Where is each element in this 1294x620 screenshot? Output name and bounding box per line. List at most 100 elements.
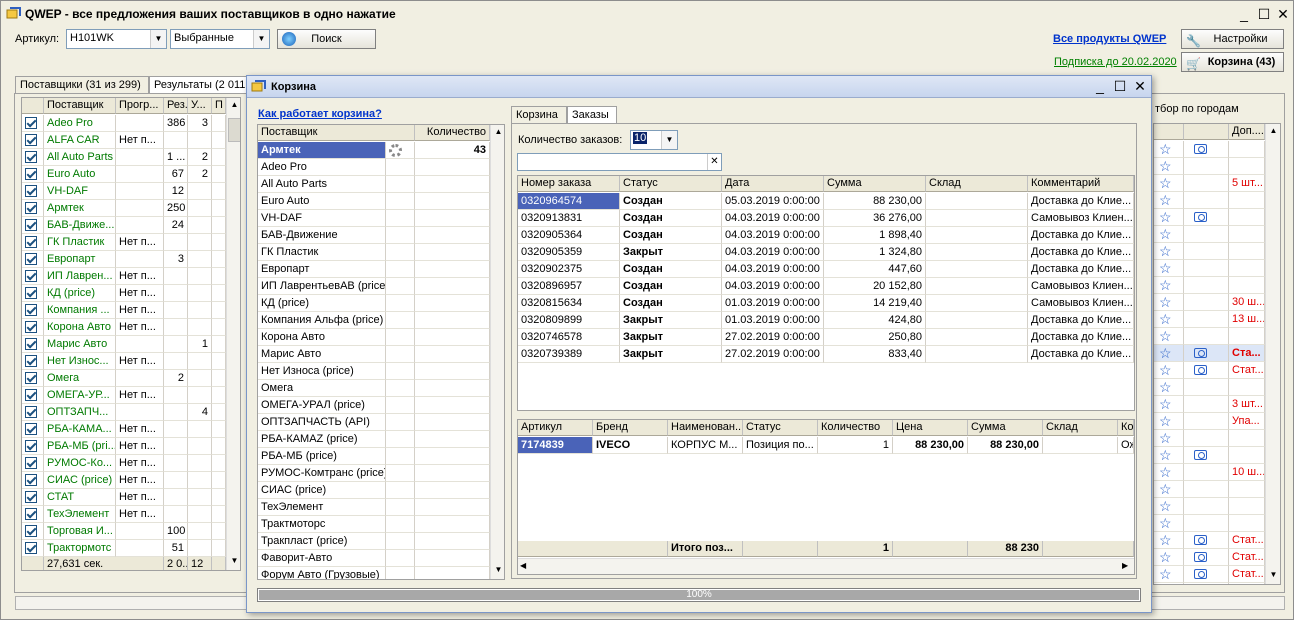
star-icon[interactable]: ☆ bbox=[1154, 413, 1172, 429]
star-icon[interactable]: ☆ bbox=[1154, 192, 1172, 208]
table-row[interactable]: ALFA CAR Нет п... bbox=[22, 132, 226, 149]
chevron-down-icon[interactable]: ▼ bbox=[253, 30, 269, 48]
table-row[interactable]: Торговая И... 100 bbox=[22, 523, 226, 540]
checkbox-checked-icon[interactable] bbox=[25, 474, 37, 486]
table-row[interactable]: ☆ bbox=[1154, 583, 1265, 584]
star-icon[interactable]: ☆ bbox=[1154, 498, 1172, 514]
cart-supplier-action[interactable] bbox=[386, 499, 415, 516]
photo-cell[interactable] bbox=[1184, 226, 1229, 243]
list-item[interactable]: Тракпласт (price) bbox=[258, 533, 490, 550]
cart-supplier-action[interactable] bbox=[386, 278, 415, 295]
items-hscrollbar[interactable]: ◀ ▶ bbox=[518, 558, 1134, 574]
table-row[interactable]: 0320815634 Создан 01.03.2019 0:00:00 14 219… bbox=[518, 295, 1134, 312]
search-button[interactable]: Поиск bbox=[277, 29, 376, 49]
row-checkbox[interactable] bbox=[22, 200, 44, 217]
cart-supplier-action[interactable] bbox=[386, 261, 415, 278]
table-row[interactable]: Марис Авто 1 bbox=[22, 336, 226, 353]
table-row[interactable]: ОМЕГА-УР... Нет п... bbox=[22, 387, 226, 404]
favorite-cell[interactable]: ☆ bbox=[1154, 464, 1184, 481]
table-row[interactable]: РУМОС-Ко... Нет п... bbox=[22, 455, 226, 472]
checkbox-checked-icon[interactable] bbox=[25, 423, 37, 435]
tab-orders[interactable]: Заказы bbox=[567, 106, 617, 124]
table-row[interactable]: 0320913831 Создан 04.03.2019 0:00:00 36 276… bbox=[518, 210, 1134, 227]
table-row[interactable]: ☆ bbox=[1154, 430, 1265, 447]
table-row[interactable]: Трактормотс 51 bbox=[22, 540, 226, 557]
cart-supplier-action[interactable] bbox=[386, 142, 415, 159]
checkbox-checked-icon[interactable] bbox=[25, 525, 37, 537]
favorite-cell[interactable]: ☆ bbox=[1154, 328, 1184, 345]
star-icon[interactable]: ☆ bbox=[1154, 209, 1172, 225]
cart-supplier-action[interactable] bbox=[386, 533, 415, 550]
orders-filter-input[interactable]: ✕ bbox=[517, 153, 722, 171]
list-item[interactable]: VH-DAF bbox=[258, 210, 490, 227]
list-item[interactable]: All Auto Parts bbox=[258, 176, 490, 193]
favorite-cell[interactable]: ☆ bbox=[1154, 566, 1184, 583]
star-icon[interactable]: ☆ bbox=[1154, 379, 1172, 395]
checkbox-checked-icon[interactable] bbox=[25, 185, 37, 197]
photo-cell[interactable] bbox=[1184, 413, 1229, 430]
checkbox-checked-icon[interactable] bbox=[25, 389, 37, 401]
checkbox-checked-icon[interactable] bbox=[25, 151, 37, 163]
star-icon[interactable]: ☆ bbox=[1154, 345, 1172, 361]
row-checkbox[interactable] bbox=[22, 438, 44, 455]
photo-cell[interactable] bbox=[1184, 430, 1229, 447]
row-checkbox[interactable] bbox=[22, 455, 44, 472]
photo-cell[interactable] bbox=[1184, 192, 1229, 209]
table-row[interactable]: РБА-МБ (pri... Нет п... bbox=[22, 438, 226, 455]
table-row[interactable]: 7174839 IVECO КОРПУС М... Позиция по... 1 88 … bbox=[518, 437, 1134, 454]
cart-supplier-action[interactable] bbox=[386, 210, 415, 227]
cart-supplier-action[interactable] bbox=[386, 431, 415, 448]
table-row[interactable]: ☆ bbox=[1154, 498, 1265, 515]
all-products-link[interactable]: Все продукты QWEP bbox=[1053, 33, 1166, 45]
table-row[interactable]: VH-DAF 12 bbox=[22, 183, 226, 200]
table-row[interactable]: Европарт 3 bbox=[22, 251, 226, 268]
list-item[interactable]: РБА-КАМАZ (price) bbox=[258, 431, 490, 448]
photo-cell[interactable] bbox=[1184, 515, 1229, 532]
favorite-cell[interactable]: ☆ bbox=[1154, 379, 1184, 396]
checkbox-checked-icon[interactable] bbox=[25, 202, 37, 214]
row-checkbox[interactable] bbox=[22, 149, 44, 166]
cart-supplier-action[interactable] bbox=[386, 244, 415, 261]
photo-cell[interactable] bbox=[1184, 277, 1229, 294]
star-icon[interactable]: ☆ bbox=[1154, 175, 1172, 191]
photo-cell[interactable] bbox=[1184, 498, 1229, 515]
table-row[interactable]: Нет Износ... Нет п... bbox=[22, 353, 226, 370]
checkbox-checked-icon[interactable] bbox=[25, 287, 37, 299]
table-row[interactable]: ☆ 3 шт... bbox=[1154, 396, 1265, 413]
cart-button[interactable]: 🛒 Корзина (43) bbox=[1181, 52, 1284, 72]
table-row[interactable]: ИП Лаврен... Нет п... bbox=[22, 268, 226, 285]
favorite-cell[interactable]: ☆ bbox=[1154, 141, 1184, 158]
star-icon[interactable]: ☆ bbox=[1154, 481, 1172, 497]
chevron-down-icon[interactable]: ▼ bbox=[150, 30, 166, 48]
cart-supplier-action[interactable] bbox=[386, 397, 415, 414]
list-item[interactable]: ИП ЛаврентьевАВ (price) bbox=[258, 278, 490, 295]
checkbox-checked-icon[interactable] bbox=[25, 542, 37, 554]
table-row[interactable]: ☆ bbox=[1154, 447, 1265, 464]
camera-icon[interactable] bbox=[1194, 365, 1207, 375]
photo-cell[interactable] bbox=[1184, 583, 1229, 584]
chevron-left-icon[interactable]: ◀ bbox=[520, 561, 526, 570]
star-icon[interactable]: ☆ bbox=[1154, 294, 1172, 310]
table-row[interactable]: ☆ Стат... bbox=[1154, 566, 1265, 583]
list-item[interactable]: РУМОС-Комтранс (price) bbox=[258, 465, 490, 482]
cart-supplier-action[interactable] bbox=[386, 380, 415, 397]
checkbox-checked-icon[interactable] bbox=[25, 270, 37, 282]
star-icon[interactable]: ☆ bbox=[1154, 311, 1172, 327]
checkbox-checked-icon[interactable] bbox=[25, 440, 37, 452]
checkbox-checked-icon[interactable] bbox=[25, 372, 37, 384]
favorite-cell[interactable]: ☆ bbox=[1154, 311, 1184, 328]
favorite-cell[interactable]: ☆ bbox=[1154, 209, 1184, 226]
table-row[interactable]: ☆ bbox=[1154, 379, 1265, 396]
table-row[interactable]: Компания ... Нет п... bbox=[22, 302, 226, 319]
list-item[interactable]: Европарт bbox=[258, 261, 490, 278]
favorite-cell[interactable]: ☆ bbox=[1154, 192, 1184, 209]
table-row[interactable]: ☆ bbox=[1154, 328, 1265, 345]
table-row[interactable]: ☆ bbox=[1154, 158, 1265, 175]
photo-cell[interactable] bbox=[1184, 243, 1229, 260]
favorite-cell[interactable]: ☆ bbox=[1154, 549, 1184, 566]
table-row[interactable]: 0320746578 Закрыт 27.02.2019 0:00:00 250,80… bbox=[518, 329, 1134, 346]
photo-cell[interactable] bbox=[1184, 396, 1229, 413]
table-row[interactable]: ☆ bbox=[1154, 277, 1265, 294]
star-icon[interactable]: ☆ bbox=[1154, 141, 1172, 157]
row-checkbox[interactable] bbox=[22, 489, 44, 506]
